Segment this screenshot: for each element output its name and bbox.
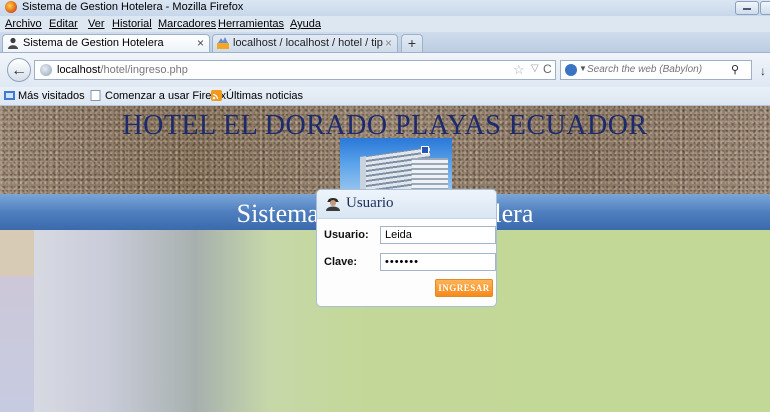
login-form: Usuario Usuario: Clave: INGRESAR — [316, 189, 497, 307]
bookmarks-toolbar: Más visitados Comenzar a usar Firefox Úl… — [0, 87, 770, 106]
menu-marcadores[interactable]: Marcadores — [158, 18, 216, 30]
password-input[interactable] — [380, 253, 496, 271]
menu-archivo[interactable]: Archivo — [5, 18, 42, 30]
tab-label: Sistema de Gestion Hotelera — [23, 37, 164, 49]
tab-bar: Sistema de Gestion Hotelera × localhost … — [0, 32, 770, 53]
tab-phpmyadmin[interactable]: localhost / localhost / hotel / tipousu.… — [212, 34, 398, 52]
url-text: localhost/hotel/ingreso.php — [57, 64, 188, 76]
url-path: /hotel/ingreso.php — [100, 64, 188, 76]
history-dropdown-icon[interactable]: ▽ — [531, 63, 539, 74]
tab-label: localhost / localhost / hotel / tipousu.… — [233, 37, 383, 49]
most-visited-icon — [4, 91, 15, 100]
pma-tab-icon — [217, 37, 229, 49]
search-bar[interactable]: ▼ ⚲ — [560, 60, 752, 80]
minimize-button[interactable] — [735, 1, 759, 15]
back-button[interactable]: ← — [7, 58, 31, 82]
window-title: Sistema de Gestion Hotelera - Mozilla Fi… — [22, 1, 244, 13]
download-icon[interactable]: ↓ — [760, 64, 766, 78]
search-engine-icon[interactable] — [565, 64, 577, 76]
password-label: Clave: — [324, 256, 358, 268]
new-tab-button[interactable]: + — [401, 34, 423, 52]
bookmark-mas-visitados[interactable]: Más visitados — [18, 90, 85, 102]
hotel-banner: HOTEL EL DORADO PLAYAS ECUADOR — [0, 106, 770, 194]
search-input[interactable] — [587, 62, 722, 77]
tab-sistema-gestion[interactable]: Sistema de Gestion Hotelera × — [2, 34, 210, 52]
menu-herramientas[interactable]: Herramientas — [218, 18, 284, 30]
user-icon — [326, 198, 340, 211]
bookmark-comenzar-firefox[interactable]: Comenzar a usar Firefox — [105, 90, 226, 102]
user-tab-icon — [8, 37, 18, 49]
page-icon — [90, 90, 101, 101]
menu-ver[interactable]: Ver — [88, 18, 105, 30]
globe-icon — [40, 64, 52, 76]
menu-editar[interactable]: Editar — [49, 18, 78, 30]
star-icon[interactable]: ☆ — [513, 62, 525, 78]
reload-icon[interactable]: C — [543, 62, 552, 76]
navigation-bar: ← localhost/hotel/ingreso.php ☆ ▽ C ▼ ⚲ … — [0, 53, 770, 87]
url-bar[interactable]: localhost/hotel/ingreso.php ☆ ▽ C — [34, 60, 556, 80]
left-sidebar-background — [0, 230, 34, 412]
firefox-icon — [5, 1, 17, 13]
rss-icon — [211, 90, 222, 101]
close-tab-icon[interactable]: × — [385, 36, 392, 50]
hotel-building-image — [340, 138, 452, 194]
close-tab-icon[interactable]: × — [197, 36, 204, 50]
url-host: localhost — [57, 64, 101, 76]
username-label: Usuario: — [324, 229, 369, 241]
magnifier-icon[interactable]: ⚲ — [731, 63, 739, 76]
menu-bar: Archivo Editar Ver Historial Marcadores … — [0, 16, 770, 32]
menu-historial[interactable]: Historial — [112, 18, 152, 30]
maximize-button[interactable] — [760, 1, 770, 15]
login-title: Usuario — [346, 195, 394, 211]
window-title-bar: Sistema de Gestion Hotelera - Mozilla Fi… — [0, 0, 770, 16]
engine-dropdown-icon[interactable]: ▼ — [579, 64, 587, 73]
username-input[interactable] — [380, 226, 496, 244]
ingresar-button[interactable]: INGRESAR — [435, 279, 493, 297]
login-header: Usuario — [317, 190, 496, 219]
bookmark-ultimas-noticias[interactable]: Últimas noticias — [226, 90, 303, 102]
menu-ayuda[interactable]: Ayuda — [290, 18, 321, 30]
